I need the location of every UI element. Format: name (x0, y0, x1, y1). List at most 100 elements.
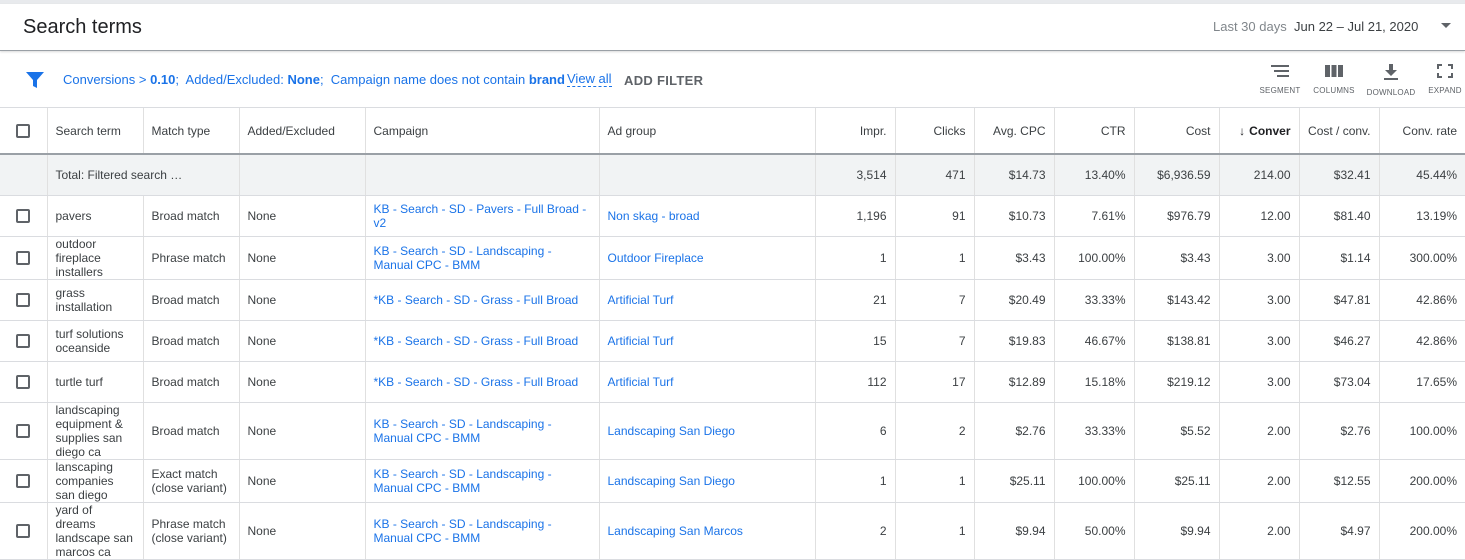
ad-group-link[interactable]: Artificial Turf (599, 320, 816, 362)
campaign-link-cell[interactable]: KB - Search - SD - Pavers - Full Broad -… (365, 195, 600, 237)
col-added-excluded[interactable]: Added/Excluded (239, 108, 366, 155)
row-checkbox-cell[interactable] (0, 279, 48, 321)
campaign-link[interactable]: *KB - Search - SD - Grass - Full Broad (374, 375, 591, 389)
col-ctr[interactable]: CTR (1054, 108, 1135, 155)
campaign-link[interactable]: *KB - Search - SD - Grass - Full Broad (374, 334, 591, 348)
campaign-link-cell[interactable]: *KB - Search - SD - Grass - Full Broad (365, 279, 600, 321)
col-conversions[interactable]: ↓ Conver (1219, 108, 1300, 155)
conv-rate: 17.65% (1379, 361, 1465, 403)
campaign-link-cell[interactable]: KB - Search - SD - Landscaping - Manual … (365, 402, 600, 460)
ad-group-link[interactable]: Artificial Turf (599, 361, 816, 403)
ad-group-link[interactable]: Non skag - broad (599, 195, 816, 237)
campaign-link[interactable]: KB - Search - SD - Landscaping - Manual … (374, 467, 591, 495)
row-checkbox-cell[interactable] (0, 502, 48, 560)
row-checkbox-cell[interactable] (0, 459, 48, 503)
row-checkbox[interactable] (16, 523, 31, 538)
row-checkbox[interactable] (16, 292, 31, 307)
col-avg-cpc[interactable]: Avg. CPC (974, 108, 1055, 155)
chevron-down-icon[interactable] (1441, 23, 1451, 28)
segment-label: SEGMENT (1259, 86, 1301, 95)
row-checkbox[interactable] (16, 250, 31, 265)
added-excluded: None (239, 195, 366, 237)
match-type: Exact match (close variant) (151, 466, 227, 495)
impr: 112 (815, 361, 896, 403)
row-checkbox[interactable] (16, 374, 31, 389)
cost-per-conv: $4.97 (1299, 502, 1380, 560)
row-checkbox-cell[interactable] (0, 236, 48, 280)
col-ad-group[interactable]: Ad group (599, 108, 816, 155)
campaign-link[interactable]: *KB - Search - SD - Grass - Full Broad (374, 293, 591, 307)
table-row[interactable]: lanscaping companies san diego Exact matc… (0, 459, 1465, 503)
col-match-type[interactable]: Match type (143, 108, 240, 155)
col-impr[interactable]: Impr. (815, 108, 896, 155)
page-title: Search terms (23, 16, 142, 38)
select-all-checkbox[interactable] (16, 123, 31, 138)
arrow-down-icon: ↓ (1239, 123, 1246, 138)
campaign-link-cell[interactable]: *KB - Search - SD - Grass - Full Broad (365, 361, 600, 403)
table-row[interactable]: turf solutions oceanside Broad match None *… (0, 320, 1465, 362)
col-campaign[interactable]: Campaign (365, 108, 600, 155)
search-term: turtle turf (55, 374, 103, 389)
ad-group-link[interactable]: Artificial Turf (599, 279, 816, 321)
table-row[interactable]: grass installation Broad match None *KB - S… (0, 279, 1465, 321)
col-search-term[interactable]: Search term (47, 108, 144, 155)
clicks: 91 (895, 195, 975, 237)
clicks: 17 (895, 361, 975, 403)
segment-button[interactable]: SEGMENT (1252, 64, 1308, 104)
campaign-link[interactable]: KB - Search - SD - Landscaping - Manual … (374, 517, 591, 545)
campaign-link-cell[interactable]: KB - Search - SD - Landscaping - Manual … (365, 236, 600, 280)
col-cost-per-conv[interactable]: Cost / conv. (1299, 108, 1380, 155)
total-cost: $6,936.59 (1134, 154, 1220, 196)
row-checkbox-cell[interactable] (0, 320, 48, 362)
added-excluded: None (239, 502, 366, 560)
conversions: 3.00 (1219, 236, 1300, 280)
date-range-value[interactable]: Jun 22 – Jul 21, 2020 (1294, 19, 1418, 34)
view-all-link[interactable]: View all (567, 72, 612, 87)
ad-group-link[interactable]: Landscaping San Diego (599, 402, 816, 460)
cost: $9.94 (1134, 502, 1220, 560)
col-conversions-label: Conver (1249, 123, 1291, 138)
match-type: Broad match (151, 423, 220, 438)
campaign-link[interactable]: KB - Search - SD - Landscaping - Manual … (374, 417, 591, 445)
search-term: yard of dreams landscape san marcos ca (55, 502, 133, 559)
row-checkbox[interactable] (16, 333, 31, 348)
col-cost[interactable]: Cost (1134, 108, 1220, 155)
ad-group-link[interactable]: Landscaping San Diego (599, 459, 816, 503)
table-row[interactable]: outdoor fireplace installers Phrase match… (0, 236, 1465, 280)
expand-button[interactable]: EXPAND (1417, 64, 1465, 104)
filter-icon[interactable] (26, 72, 44, 88)
search-term-cell: landscaping equipment & supplies san die… (47, 402, 144, 460)
active-filters[interactable]: Conversions > 0.10; Added/Excluded: None… (63, 72, 565, 87)
row-checkbox[interactable] (16, 473, 31, 488)
conv-rate: 100.00% (1379, 402, 1465, 460)
col-clicks[interactable]: Clicks (895, 108, 975, 155)
table-row[interactable]: pavers Broad match None KB - Search - SD - … (0, 195, 1465, 237)
table-header-row: Search term Match type Added/Excluded Ca… (0, 108, 1465, 155)
table-row[interactable]: yard of dreams landscape san marcos ca Ph… (0, 502, 1465, 560)
expand-icon (1437, 64, 1453, 78)
cost-per-conv: $46.27 (1299, 320, 1380, 362)
row-checkbox-cell[interactable] (0, 402, 48, 460)
select-all-cell[interactable] (0, 108, 48, 155)
campaign-link-cell[interactable]: KB - Search - SD - Landscaping - Manual … (365, 459, 600, 503)
campaign-link[interactable]: KB - Search - SD - Landscaping - Manual … (374, 244, 591, 272)
search-term: landscaping equipment & supplies san die… (55, 402, 123, 459)
total-clicks: 471 (895, 154, 975, 196)
ad-group-link[interactable]: Landscaping San Marcos (599, 502, 816, 560)
row-checkbox[interactable] (16, 423, 31, 438)
campaign-link[interactable]: KB - Search - SD - Pavers - Full Broad -… (374, 202, 591, 230)
col-conv-rate[interactable]: Conv. rate (1379, 108, 1465, 155)
table-row[interactable]: landscaping equipment & supplies san die… (0, 402, 1465, 460)
columns-button[interactable]: COLUMNS (1306, 64, 1362, 104)
download-button[interactable]: DOWNLOAD (1363, 64, 1419, 104)
add-filter-button[interactable]: ADD FILTER (624, 73, 703, 88)
row-checkbox-cell[interactable] (0, 361, 48, 403)
table-row[interactable]: turtle turf Broad match None *KB - Search -… (0, 361, 1465, 403)
ad-group-link[interactable]: Outdoor Fireplace (599, 236, 816, 280)
campaign-link-cell[interactable]: *KB - Search - SD - Grass - Full Broad (365, 320, 600, 362)
row-checkbox[interactable] (16, 208, 31, 223)
campaign-link-cell[interactable]: KB - Search - SD - Landscaping - Manual … (365, 502, 600, 560)
cost-per-conv: $47.81 (1299, 279, 1380, 321)
conversions: 12.00 (1219, 195, 1300, 237)
row-checkbox-cell[interactable] (0, 195, 48, 237)
